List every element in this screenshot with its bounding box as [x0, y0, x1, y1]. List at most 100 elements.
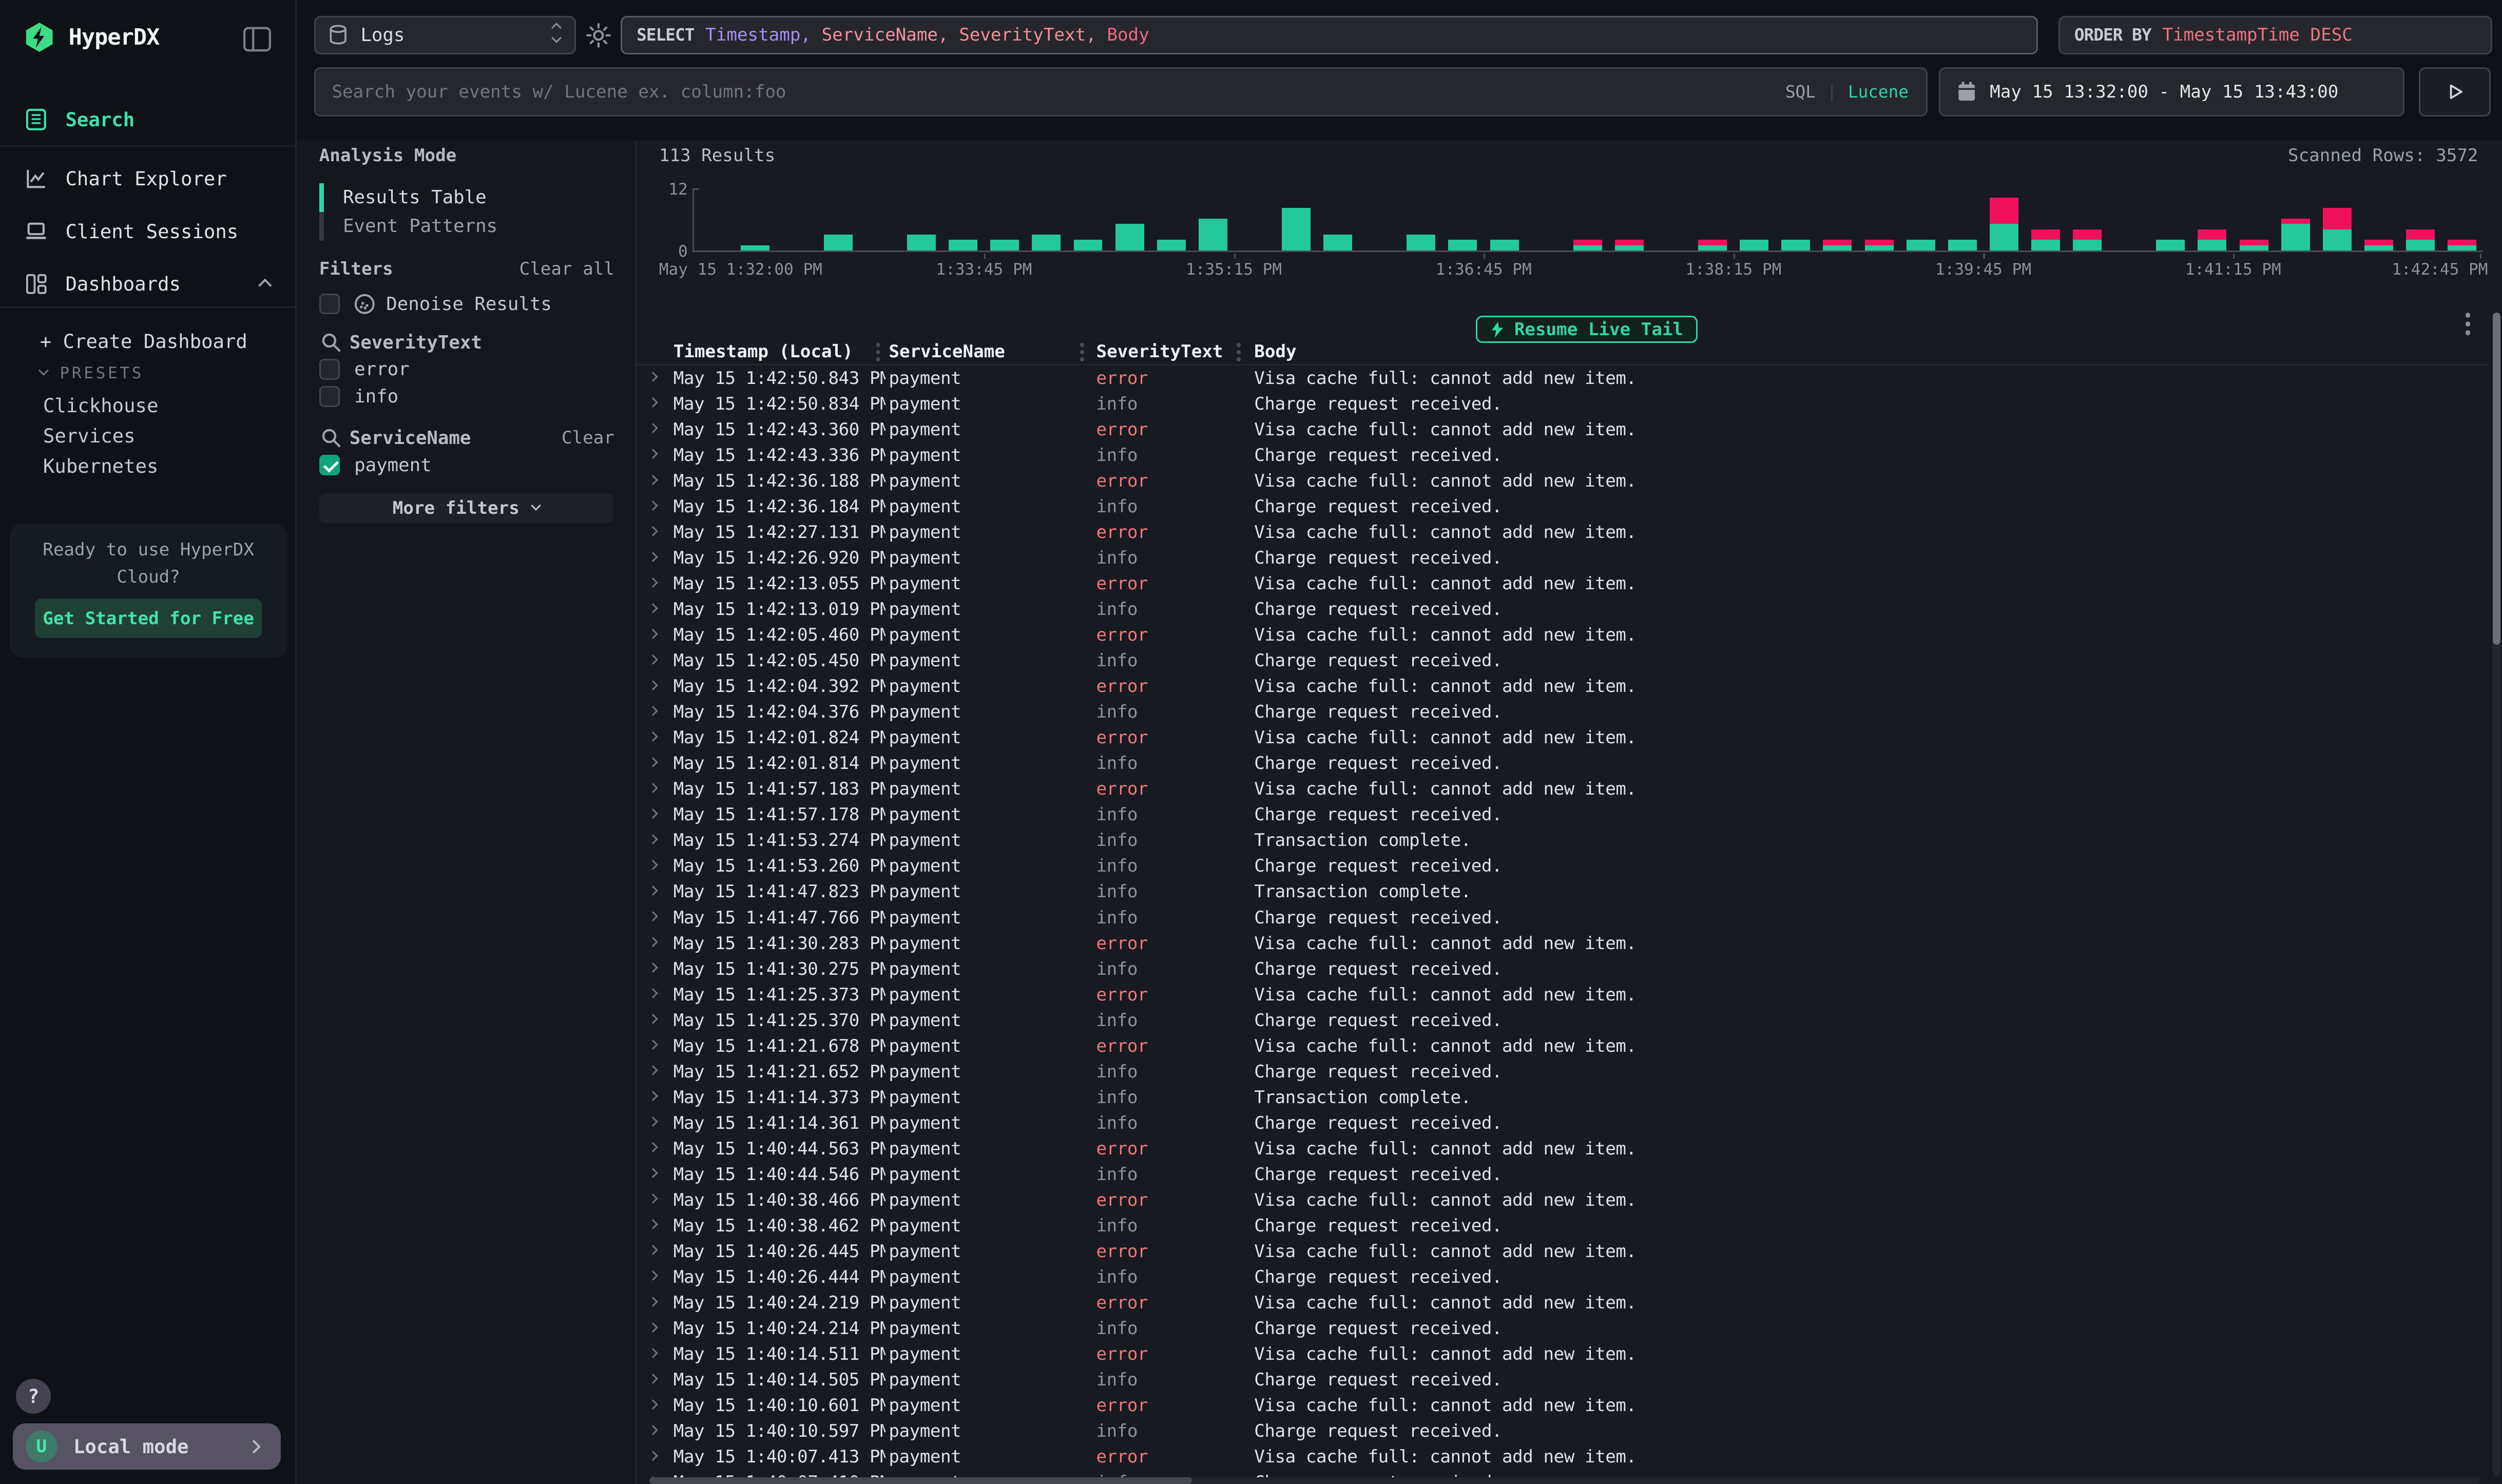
table-row[interactable]: May 15 1:41:21.678 PMpaymenterrorVisa ca…: [637, 1033, 2489, 1059]
presets-header[interactable]: PRESETS: [40, 364, 144, 382]
row-expand-chevron-icon[interactable]: [648, 731, 658, 742]
run-query-button[interactable]: [2419, 67, 2491, 117]
row-expand-chevron-icon[interactable]: [648, 860, 658, 870]
row-expand-chevron-icon[interactable]: [648, 500, 658, 511]
create-dashboard-link[interactable]: + Create Dashboard: [40, 330, 247, 353]
col-severitytext[interactable]: SeverityText: [1096, 341, 1223, 362]
table-row[interactable]: May 15 1:41:25.373 PMpaymenterrorVisa ca…: [637, 982, 2489, 1008]
row-expand-chevron-icon[interactable]: [648, 372, 658, 382]
row-expand-chevron-icon[interactable]: [648, 757, 658, 767]
row-expand-chevron-icon[interactable]: [648, 398, 658, 408]
sidebar-item-search[interactable]: Search: [0, 99, 295, 141]
vertical-scrollbar[interactable]: [2493, 313, 2501, 1476]
table-row[interactable]: May 15 1:42:26.920 PMpaymentinfoCharge r…: [637, 545, 2489, 571]
table-row[interactable]: May 15 1:42:13.019 PMpaymentinfoCharge r…: [637, 596, 2489, 622]
preset-clickhouse[interactable]: Clickhouse: [43, 394, 159, 417]
table-row[interactable]: May 15 1:41:30.275 PMpaymentinfoCharge r…: [637, 956, 2489, 982]
sidebar-item-chart-explorer[interactable]: Chart Explorer: [0, 158, 295, 200]
table-row[interactable]: May 15 1:41:57.178 PMpaymentinfoCharge r…: [637, 802, 2489, 827]
table-row[interactable]: May 15 1:41:57.183 PMpaymenterrorVisa ca…: [637, 776, 2489, 802]
row-expand-chevron-icon[interactable]: [648, 1297, 658, 1307]
table-row[interactable]: May 15 1:40:38.466 PMpaymenterrorVisa ca…: [637, 1187, 2489, 1213]
table-options-kebab-icon[interactable]: [2466, 313, 2470, 317]
more-filters-button[interactable]: More filters: [319, 493, 613, 524]
row-expand-chevron-icon[interactable]: [648, 1451, 658, 1461]
preset-kubernetes[interactable]: Kubernetes: [43, 455, 159, 477]
table-row[interactable]: May 15 1:40:14.511 PMpaymenterrorVisa ca…: [637, 1341, 2489, 1367]
table-row[interactable]: May 15 1:40:38.462 PMpaymentinfoCharge r…: [637, 1213, 2489, 1239]
row-expand-chevron-icon[interactable]: [648, 1399, 658, 1410]
row-expand-chevron-icon[interactable]: [648, 1220, 658, 1230]
table-row[interactable]: May 15 1:41:21.652 PMpaymentinfoCharge r…: [637, 1059, 2489, 1085]
table-row[interactable]: May 15 1:40:14.505 PMpaymentinfoCharge r…: [637, 1367, 2489, 1393]
filter-checkbox-payment[interactable]: [319, 455, 340, 475]
table-row[interactable]: May 15 1:42:43.360 PMpaymenterrorVisa ca…: [637, 417, 2489, 442]
row-expand-chevron-icon[interactable]: [648, 1245, 658, 1256]
row-expand-chevron-icon[interactable]: [648, 1425, 658, 1435]
time-range-picker[interactable]: May 15 13:32:00 - May 15 13:43:00: [1939, 67, 2405, 117]
table-row[interactable]: May 15 1:42:43.336 PMpaymentinfoCharge r…: [637, 442, 2489, 468]
source-select[interactable]: Logs: [314, 16, 576, 54]
table-row[interactable]: May 15 1:42:01.824 PMpaymenterrorVisa ca…: [637, 725, 2489, 750]
table-row[interactable]: May 15 1:40:26.445 PMpaymenterrorVisa ca…: [637, 1239, 2489, 1264]
mode-results-table[interactable]: Results Table: [319, 183, 590, 212]
table-row[interactable]: May 15 1:42:04.376 PMpaymentinfoCharge r…: [637, 699, 2489, 725]
row-expand-chevron-icon[interactable]: [648, 629, 658, 639]
table-row[interactable]: May 15 1:41:30.283 PMpaymenterrorVisa ca…: [637, 931, 2489, 956]
clear-all-button[interactable]: Clear all: [519, 259, 614, 279]
row-expand-chevron-icon[interactable]: [648, 680, 658, 690]
table-row[interactable]: May 15 1:40:10.601 PMpaymenterrorVisa ca…: [637, 1393, 2489, 1418]
row-expand-chevron-icon[interactable]: [648, 654, 658, 665]
row-expand-chevron-icon[interactable]: [648, 1271, 658, 1281]
table-row[interactable]: May 15 1:42:50.834 PMpaymentinfoCharge r…: [637, 391, 2489, 417]
search-input[interactable]: [316, 82, 1785, 102]
horizontal-scrollbar[interactable]: [649, 1477, 2479, 1483]
mode-event-patterns[interactable]: Event Patterns: [319, 212, 590, 241]
filter-option-error[interactable]: error: [354, 359, 410, 380]
row-expand-chevron-icon[interactable]: [648, 1142, 658, 1152]
filter-option-payment[interactable]: payment: [354, 455, 432, 476]
row-expand-chevron-icon[interactable]: [648, 423, 658, 434]
row-expand-chevron-icon[interactable]: [648, 937, 658, 947]
row-expand-chevron-icon[interactable]: [648, 1168, 658, 1178]
row-expand-chevron-icon[interactable]: [648, 885, 658, 896]
row-expand-chevron-icon[interactable]: [648, 988, 658, 998]
row-expand-chevron-icon[interactable]: [648, 1014, 658, 1024]
clear-servicename-button[interactable]: Clear: [562, 428, 614, 448]
select-query-input[interactable]: SELECT TimestampServiceNameSeverityTextB…: [621, 16, 2037, 54]
row-expand-chevron-icon[interactable]: [648, 526, 658, 536]
preset-services[interactable]: Services: [43, 425, 136, 447]
row-expand-chevron-icon[interactable]: [648, 1322, 658, 1333]
row-expand-chevron-icon[interactable]: [648, 834, 658, 844]
column-separator-icon[interactable]: [876, 343, 880, 347]
row-expand-chevron-icon[interactable]: [648, 911, 658, 921]
scrollbar-thumb[interactable]: [649, 1477, 1192, 1483]
table-row[interactable]: May 15 1:41:53.260 PMpaymentinfoCharge r…: [637, 853, 2489, 879]
local-mode-button[interactable]: U Local mode: [13, 1423, 281, 1470]
row-expand-chevron-icon[interactable]: [648, 603, 658, 613]
sidebar-item-dashboards[interactable]: Dashboards: [0, 263, 295, 305]
resume-live-tail-button[interactable]: Resume Live Tail: [1476, 316, 1698, 343]
table-row[interactable]: May 15 1:42:04.392 PMpaymenterrorVisa ca…: [637, 673, 2489, 699]
col-servicename[interactable]: ServiceName: [889, 341, 1005, 362]
table-row[interactable]: May 15 1:42:27.131 PMpaymenterrorVisa ca…: [637, 519, 2489, 545]
row-expand-chevron-icon[interactable]: [648, 1039, 658, 1050]
get-started-button[interactable]: Get Started for Free: [35, 599, 261, 639]
row-expand-chevron-icon[interactable]: [648, 783, 658, 793]
row-expand-chevron-icon[interactable]: [648, 706, 658, 716]
table-row[interactable]: May 15 1:42:36.188 PMpaymenterrorVisa ca…: [637, 468, 2489, 494]
table-row[interactable]: May 15 1:40:24.219 PMpaymenterrorVisa ca…: [637, 1290, 2489, 1316]
denoise-checkbox[interactable]: [319, 294, 340, 314]
table-row[interactable]: May 15 1:42:36.184 PMpaymentinfoCharge r…: [637, 494, 2489, 519]
table-row[interactable]: May 15 1:40:24.214 PMpaymentinfoCharge r…: [637, 1316, 2489, 1341]
row-expand-chevron-icon[interactable]: [648, 1065, 658, 1075]
table-row[interactable]: May 15 1:42:01.814 PMpaymentinfoCharge r…: [637, 750, 2489, 776]
filter-option-info[interactable]: info: [354, 386, 398, 407]
sidebar-item-client-sessions[interactable]: Client Sessions: [0, 210, 295, 252]
row-expand-chevron-icon[interactable]: [648, 475, 658, 485]
logo[interactable]: HyperDX: [23, 21, 160, 54]
table-row[interactable]: May 15 1:40:44.546 PMpaymentinfoCharge r…: [637, 1162, 2489, 1187]
table-row[interactable]: May 15 1:42:13.055 PMpaymenterrorVisa ca…: [637, 571, 2489, 596]
table-row[interactable]: May 15 1:40:26.444 PMpaymentinfoCharge r…: [637, 1264, 2489, 1290]
scrollbar-thumb[interactable]: [2493, 313, 2501, 645]
